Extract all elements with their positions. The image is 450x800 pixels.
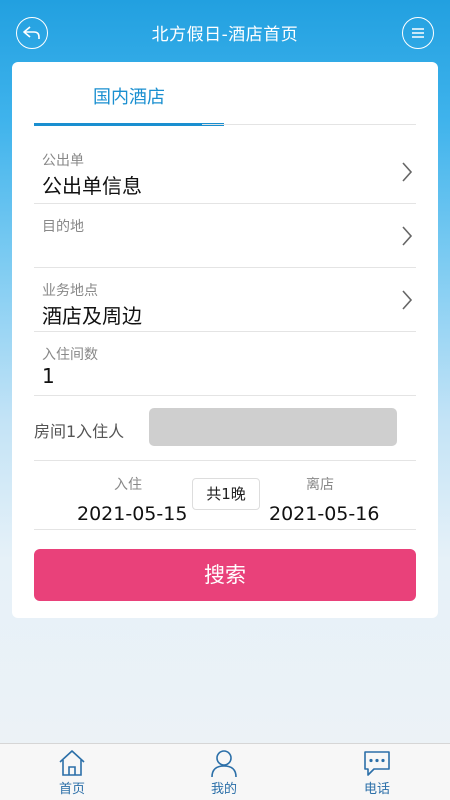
official-order-row[interactable]: 公出单 公出单信息 (34, 140, 416, 204)
official-order-value: 公出单信息 (42, 174, 142, 198)
hotel-search-card: 国内酒店 公出单 公出单信息 目的地 业务地点 酒店及周边 入住间数 1 房间1… (12, 62, 438, 618)
menu-icon (412, 28, 424, 38)
check-in-label: 入住 (114, 477, 142, 493)
room-count-label: 入住间数 (42, 347, 98, 363)
chevron-right-icon (402, 290, 413, 310)
room-count-row[interactable]: 入住间数 1 (34, 332, 416, 396)
app-header: 北方假日-酒店首页 (0, 0, 450, 62)
chevron-right-icon (402, 162, 413, 182)
room-count-value: 1 (42, 364, 55, 388)
room-guest-label: 房间1入住人 (34, 422, 125, 441)
page-title: 北方假日-酒店首页 (151, 25, 299, 45)
nav-item-phone[interactable]: 电话 (337, 748, 417, 797)
nav-label-mine: 我的 (210, 782, 237, 797)
destination-row[interactable]: 目的地 (34, 204, 416, 268)
nav-label-home: 首页 (58, 782, 85, 797)
nav-item-mine[interactable]: 我的 (184, 748, 264, 797)
business-location-row[interactable]: 业务地点 酒店及周边 (34, 268, 416, 332)
business-location-label: 业务地点 (42, 283, 98, 299)
destination-label: 目的地 (42, 219, 84, 235)
check-out-date[interactable]: 2021-05-16 (269, 503, 379, 525)
nav-item-home[interactable]: 首页 (32, 748, 112, 797)
nav-label-phone: 电话 (363, 782, 390, 797)
tab-divider (202, 124, 416, 125)
search-button[interactable]: 搜索 (34, 549, 416, 601)
room-guest-input[interactable] (149, 408, 397, 446)
home-icon (59, 750, 85, 776)
tab-domestic-hotel[interactable]: 国内酒店 (34, 62, 224, 126)
official-order-label: 公出单 (42, 153, 84, 169)
date-selector[interactable]: 入住 2021-05-15 共1晚 离店 2021-05-16 (34, 460, 416, 530)
chat-icon (364, 751, 390, 776)
nights-badge: 共1晚 (192, 478, 260, 510)
user-icon (211, 750, 237, 778)
bottom-nav: 首页 我的 电话 (0, 743, 450, 800)
chevron-right-icon (402, 226, 413, 246)
check-out-label: 离店 (306, 477, 334, 493)
menu-button[interactable] (402, 17, 434, 49)
business-location-value: 酒店及周边 (42, 304, 142, 328)
check-in-date[interactable]: 2021-05-15 (77, 503, 187, 525)
